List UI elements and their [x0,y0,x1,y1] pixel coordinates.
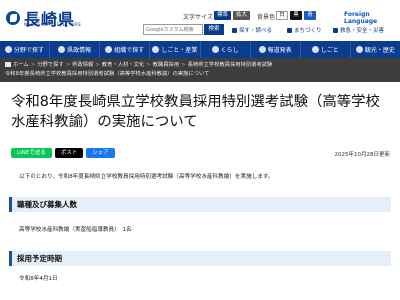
home-icon [5,62,11,67]
alert-icon [333,28,338,33]
x-post-button[interactable]: ポスト [54,148,84,158]
bg-white-button[interactable]: 白 [276,11,288,20]
magnifier-icon [232,28,237,33]
utility-link-search[interactable]: 探す・調べる [232,26,272,34]
font-size-label: 文字サイズ [183,14,213,21]
breadcrumb-exam[interactable]: 長崎県立学校教員採用特別選考試験 [188,62,273,68]
breadcrumb-line-2: 令和8年度長崎県立学校教員採用特別選考試験（高等学校水産科教諭）の実施について [5,70,395,79]
section-heading-start-date: 採用予定時期 [9,251,391,266]
breadcrumb: ホーム > 分野で探す > 県政情報 > 教育・人材・文化 > 教職員採用 > 長崎県立学校教員採用… [0,58,400,82]
breadcrumb-education[interactable]: 教育・人材・文化 [102,62,144,68]
industry-icon [152,46,160,53]
breadcrumb-hiring[interactable]: 教職員採用 [153,62,180,68]
search-bar: 検索 探す・調べる まちづくり 救急・安全・災害 [0,24,400,36]
bg-blue-button[interactable]: 青 [304,11,316,20]
life-icon [211,46,219,53]
press-icon [258,46,266,53]
government-icon [58,46,66,53]
gnav-item-industry[interactable]: しごと・産業 [150,41,201,58]
line-share-button[interactable]: LINEで送る [11,148,52,158]
accessibility-bar: 文字サイズ 標準 拡大 背景色 白 黒 青 [0,10,400,22]
gnav-item-life[interactable]: くらし [201,41,251,58]
search-button[interactable]: 検索 [204,24,224,35]
section-heading-positions: 職種及び募集人数 [9,197,391,212]
share-buttons: LINEで送る ポスト シェア [11,148,118,158]
tourism-icon [355,46,363,53]
building-icon [287,28,292,33]
gnav-item-tourism[interactable]: 観光・歴史 [351,41,400,58]
utility-link-safety[interactable]: 救急・安全・災害 [333,26,384,34]
bg-black-button[interactable]: 黒 [290,11,302,20]
foreign-language-link[interactable]: Foreign Language [344,11,400,25]
breadcrumb-line-1: ホーム > 分野で探す > 県政情報 > 教育・人材・文化 > 教職員採用 > 長崎県立学校教員採用… [5,61,395,70]
section-text-positions: 高等学校水産科教諭（実習船指導教員） 1名 [19,227,132,233]
gnav-item-gov[interactable]: 県政情報 [50,41,101,58]
site-header: 長崎県 NAGASAKI PREFECTURE 文字サイズ 標準 拡大 背景色 … [0,0,400,41]
section-text-start-date: 令和8年4月1日 [19,276,58,282]
breadcrumb-home[interactable]: ホーム [13,62,29,68]
organization-icon [105,46,113,53]
breadcrumb-field[interactable]: 分野で探す [37,62,64,68]
utility-link-town[interactable]: まちづくり [287,26,322,34]
updated-date: 2025年10月28日更新 [334,152,391,158]
jobs-icon [311,46,319,53]
global-nav: 分野で探す 県政情報 組織で探す しごと・産業 くらし 報道発表 しごと 観光・… [0,41,400,58]
gnav-item-org[interactable]: 組織で探す [100,41,151,58]
intro-text: 以下のとおり、令和8年度長崎県立学校教員採用特別選考試験（高等学校水産科教諭）を… [19,174,274,180]
font-size-standard-button[interactable]: 標準 [214,11,231,20]
bg-color-label: 背景色 [257,14,276,21]
page-title: 令和8年度長崎県立学校教員採用特別選考試験（高等学校水産科教諭）の実施について [11,94,380,130]
font-size-large-button[interactable]: 拡大 [233,11,250,20]
gnav-item-press[interactable]: 報道発表 [251,41,301,58]
breadcrumb-gov[interactable]: 県政情報 [72,62,93,68]
breadcrumb-current: 令和8年度長崎県立学校教員採用特別選考試験（高等学校水産科教諭）の実施について [5,71,210,77]
site-search-input[interactable] [143,24,203,35]
gnav-item-jobs[interactable]: しごと [301,41,351,58]
category-icon [5,46,13,53]
gnav-item-field[interactable]: 分野で探す [0,41,51,58]
facebook-share-button[interactable]: シェア [86,148,115,158]
